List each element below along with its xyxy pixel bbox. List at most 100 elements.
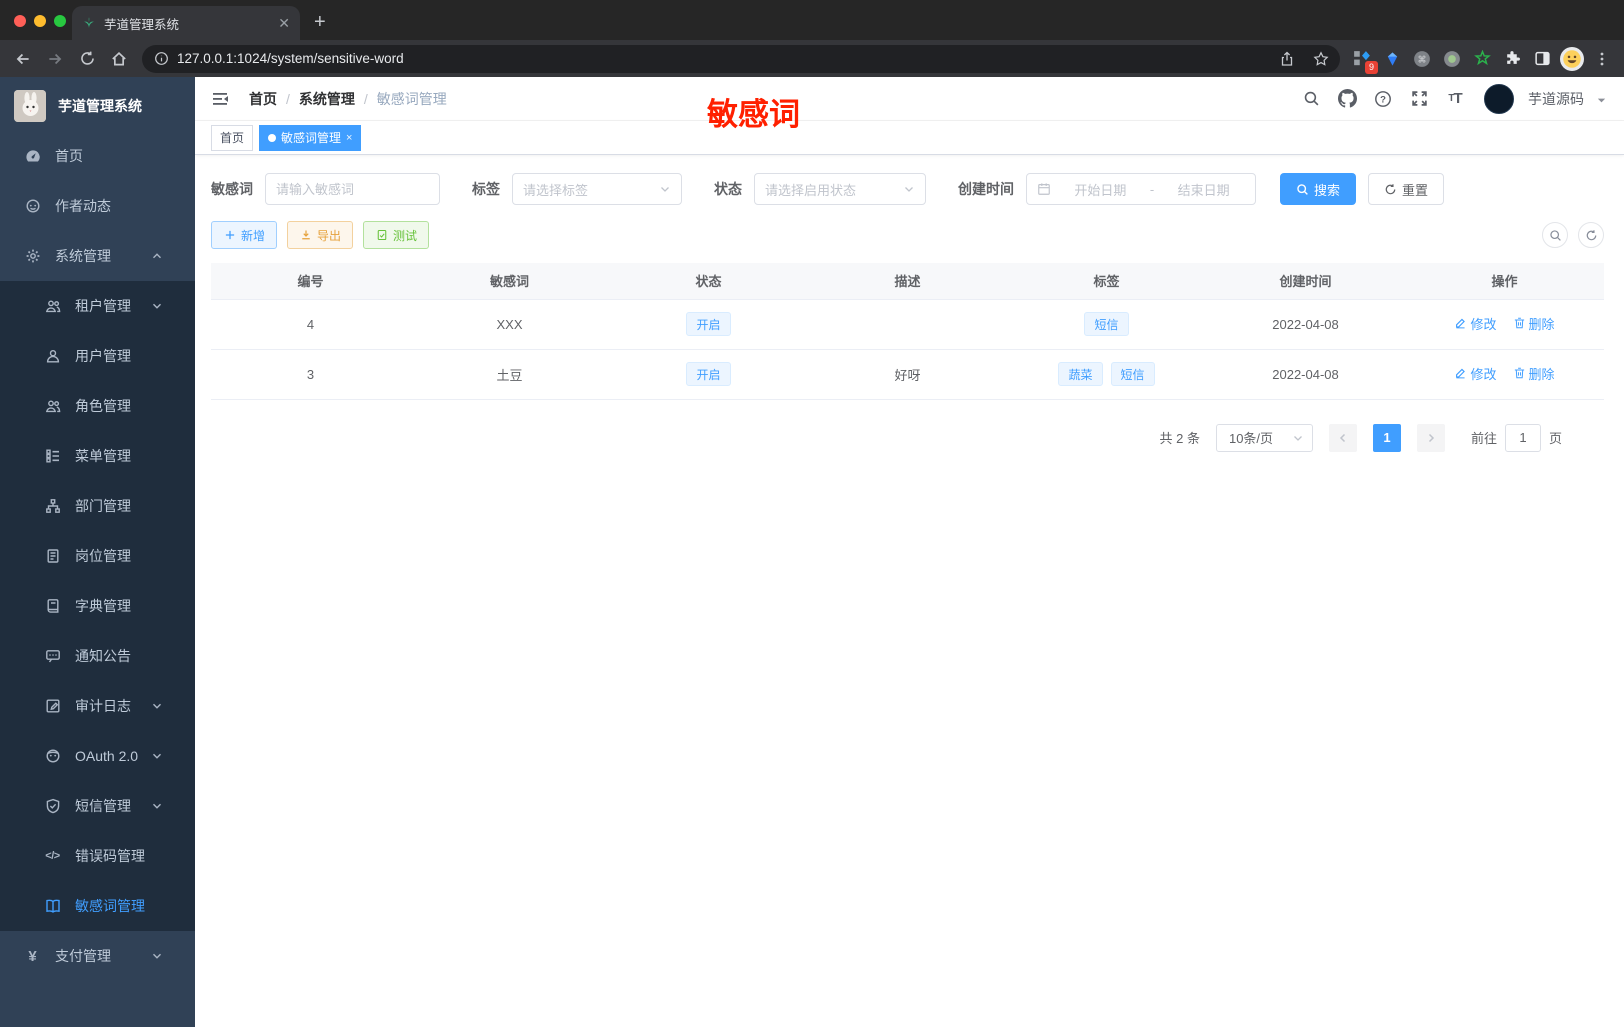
header-search-icon[interactable] [1298,86,1324,112]
sidebar-item-gear[interactable]: 系统管理 [0,231,195,281]
sidebar-item-dictionary[interactable]: 字典管理 [0,581,195,631]
status-filter-placeholder: 请选择启用状态 [765,182,857,198]
address-bar[interactable]: 127.0.0.1:1024/system/sensitive-word [142,44,1340,73]
add-button[interactable]: 新增 [211,221,278,249]
home-icon[interactable] [104,44,134,74]
sidebar-item-menu-tree[interactable]: 菜单管理 [0,431,195,481]
extension-star-icon[interactable] [1468,45,1496,73]
sidebar-item-role[interactable]: 角色管理 [0,381,195,431]
sidebar-item-label: 用户管理 [75,348,131,364]
window-zoom-button[interactable] [54,15,66,27]
sidebar-item-label: 角色管理 [75,398,131,414]
extensions-puzzle-icon[interactable] [1498,45,1526,73]
breadcrumb-system[interactable]: 系统管理 [299,89,355,109]
window-close-button[interactable] [14,15,26,27]
date-range-separator: - [1149,181,1155,197]
sensitive-word-icon [44,898,61,915]
delete-icon [1513,367,1526,380]
chevron-down-icon [903,183,915,195]
sidebar-item-label: OAuth 2.0 [75,748,139,764]
page-size-value: 10条/页 [1228,431,1274,446]
new-tab-button[interactable]: + [314,11,326,34]
user-caret-down-icon[interactable] [1596,93,1608,105]
column-header: 标签 [1007,263,1206,299]
sidebar-item-post-badge[interactable]: 岗位管理 [0,531,195,581]
fullscreen-icon[interactable] [1406,86,1432,112]
sidebar-item-payment[interactable]: ¥ 支付管理 [0,931,195,981]
site-info-icon[interactable] [154,51,169,66]
tag-close-icon[interactable]: × [346,132,352,144]
extension-grid-icon[interactable]: 9 [1348,45,1378,74]
delete-link[interactable]: 删除 [1513,314,1555,333]
font-size-icon[interactable]: TT [1442,86,1468,112]
sidebar-item-author-feed[interactable]: 作者动态 [0,181,195,231]
next-page-button[interactable] [1416,423,1445,452]
github-icon[interactable] [1334,86,1360,112]
sidebar-item-user[interactable]: 用户管理 [0,331,195,381]
edit-link[interactable]: 修改 [1454,364,1497,383]
browser-tab[interactable]: 芋道管理系统 ✕ [72,6,300,40]
search-button[interactable]: 搜索 [1280,173,1357,205]
current-page[interactable]: 1 [1372,423,1401,452]
back-icon[interactable] [8,44,38,74]
tag-view-sensitive-word[interactable]: 敏感词管理 × [259,124,362,151]
sidebar-item-dashboard[interactable]: 首页 [0,131,195,181]
export-button[interactable]: 导出 [287,221,354,249]
sidebar-item-department[interactable]: 部门管理 [0,481,195,531]
sidebar-item-error-code[interactable]: </> 错误码管理 [0,831,195,881]
sidebar-item-label: 错误码管理 [75,848,145,864]
chevron-down-icon [148,798,165,815]
cell-id: 4 [211,299,410,350]
forward-icon[interactable] [40,44,70,74]
sidebar-item-oauth[interactable]: OAuth 2.0 [0,731,195,781]
window-minimize-button[interactable] [34,15,46,27]
pagination: 共 2 条 10条/页 1 前往 页 [211,423,1604,452]
status-filter-label: 状态 [714,181,742,197]
word-filter-input[interactable] [276,181,429,197]
breadcrumb-home[interactable]: 首页 [249,89,277,109]
prev-page-button[interactable] [1328,423,1357,452]
reload-icon[interactable] [72,44,102,74]
browser-menu-kebab-icon[interactable] [1588,45,1616,73]
status-badge[interactable]: 开启 [686,312,731,336]
share-icon[interactable] [1274,46,1300,72]
refresh-table-button[interactable] [1578,222,1604,248]
tag-filter-select[interactable]: 请选择标签 [512,173,682,205]
edit-link[interactable]: 修改 [1454,314,1497,333]
column-header: 编号 [211,263,410,299]
tab-close-icon[interactable]: ✕ [278,15,290,32]
sidebar-item-label: 支付管理 [55,948,111,964]
tag-view-home[interactable]: 首页 [211,124,254,151]
delete-link[interactable]: 删除 [1513,364,1555,383]
status-badge[interactable]: 开启 [686,362,731,386]
side-panel-icon[interactable] [1528,45,1556,73]
dictionary-icon [44,598,61,615]
sidebar-item-label: 审计日志 [75,698,131,714]
help-icon[interactable]: ? [1370,86,1396,112]
plus-icon [223,229,236,242]
sidebar-fold-icon[interactable] [211,87,235,111]
cell-actions: 修改 删除 [1405,349,1604,400]
sidebar-item-tenant[interactable]: 租户管理 [0,281,195,331]
goto-page-input[interactable] [1504,423,1541,452]
toggle-search-button[interactable] [1542,222,1568,248]
reset-button[interactable]: 重置 [1368,173,1445,205]
sidebar-logo-row[interactable]: 芋道管理系统 [0,81,195,131]
sidebar-item-sms-shield[interactable]: 短信管理 [0,781,195,831]
bookmark-star-icon[interactable] [1308,46,1334,72]
extension-command-icon[interactable]: ⌘ [1408,45,1436,73]
profile-avatar-emoji[interactable] [1558,45,1586,73]
test-button[interactable]: 测试 [363,221,430,249]
sidebar-item-notice[interactable]: 通知公告 [0,631,195,681]
department-icon [44,498,61,515]
sidebar-item-label: 字典管理 [75,598,131,614]
extension-record-icon[interactable] [1438,45,1466,73]
status-filter-select[interactable]: 请选择启用状态 [754,173,926,205]
extension-kite-icon[interactable] [1378,45,1406,73]
page-size-select[interactable]: 10条/页 [1215,423,1313,452]
user-avatar[interactable] [1484,83,1514,114]
error-code-icon: </> [45,850,60,862]
date-range-picker[interactable]: 开始日期 - 结束日期 [1026,173,1256,205]
sidebar-item-audit-log[interactable]: 审计日志 [0,681,195,731]
sidebar-item-sensitive-word[interactable]: 敏感词管理 [0,881,195,931]
